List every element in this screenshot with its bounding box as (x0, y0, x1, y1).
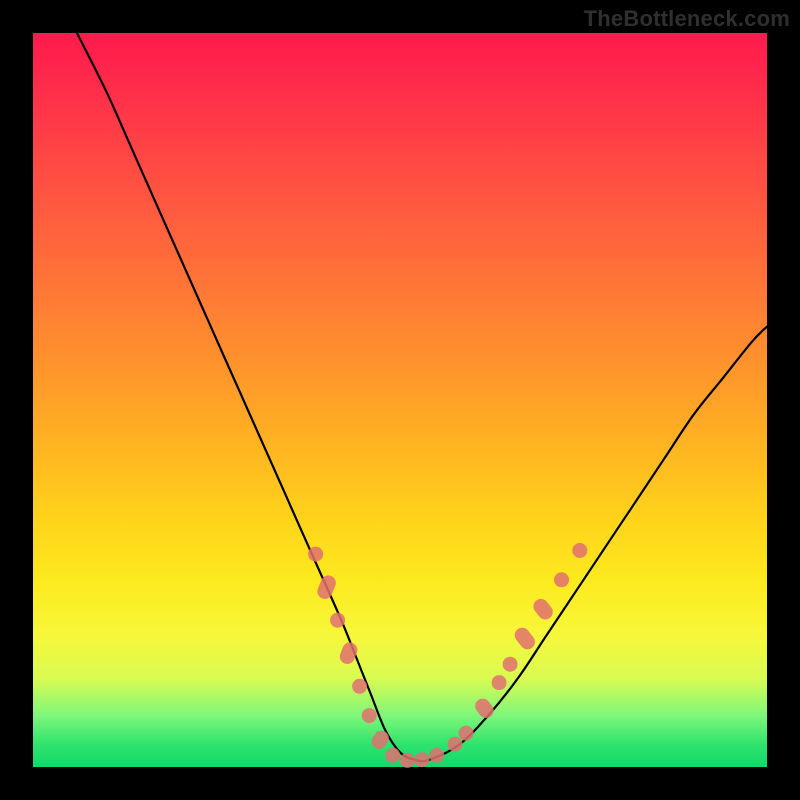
curve-marker-dot (492, 675, 507, 690)
curve-marker-pill (472, 696, 497, 721)
curve-marker-dot (429, 748, 444, 763)
watermark-text: TheBottleneck.com (584, 6, 790, 32)
curve-marker-dot (330, 613, 345, 628)
curve-marker-dot (459, 726, 474, 741)
curve-marker-dot (362, 708, 377, 723)
curve-marker-dot (352, 679, 367, 694)
curve-marker-dot (400, 753, 415, 768)
plot-area (33, 33, 767, 767)
curve-marker-pill (338, 640, 360, 666)
curve-svg (33, 33, 767, 767)
curve-marker-pill (512, 625, 538, 653)
curve-marker-pill (369, 728, 392, 752)
curve-marker-dot (308, 547, 323, 562)
curve-marker-dot (554, 572, 569, 587)
chart-frame: TheBottleneck.com (0, 0, 800, 800)
bottleneck-curve (77, 33, 767, 761)
curve-marker-pill (530, 596, 555, 623)
curve-marker-dot (448, 737, 463, 752)
curve-marker-dot (415, 752, 430, 767)
curve-marker-dot (572, 543, 587, 558)
curve-marker-dot (385, 748, 400, 763)
curve-marker-dot (503, 657, 518, 672)
curve-markers (308, 543, 587, 768)
curve-marker-pill (315, 573, 338, 601)
